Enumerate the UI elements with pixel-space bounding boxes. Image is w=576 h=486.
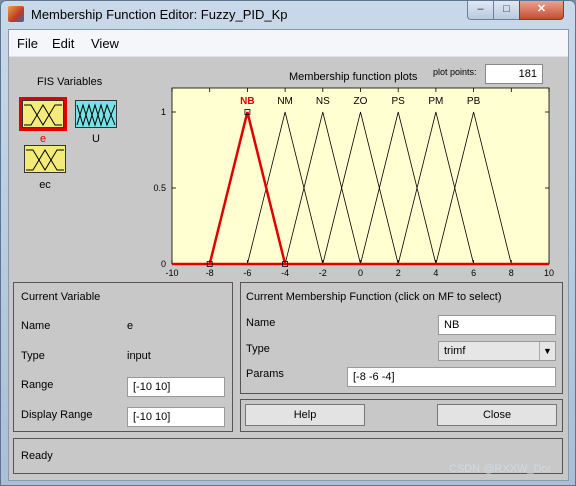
menu-file[interactable]: File: [17, 36, 38, 51]
x-tick-label: -6: [243, 268, 251, 278]
fis-variable-e-label: e: [39, 133, 47, 145]
input-mf-icon: [25, 146, 65, 172]
mf-type-label: Type: [246, 343, 270, 355]
x-tick-label: -2: [319, 268, 327, 278]
y-tick-label: 1: [161, 107, 166, 117]
plot-area: [171, 87, 550, 265]
x-tick-label: 0: [358, 268, 363, 278]
close-button[interactable]: Close: [437, 404, 557, 426]
x-tick-label: 4: [433, 268, 438, 278]
menu-bar: File Edit View: [9, 30, 568, 57]
output-mf-icon: [76, 101, 116, 127]
mf-label-ns: NS: [316, 96, 330, 107]
var-type-label: Type: [21, 350, 45, 362]
menu-view[interactable]: View: [91, 36, 119, 51]
mf-label-ps: PS: [392, 96, 406, 107]
x-tick-label: 2: [396, 268, 401, 278]
mf-type-value: trimf: [444, 345, 466, 357]
x-tick-label: 8: [509, 268, 514, 278]
watermark-text: CSDN @RXXW_Dor: [449, 463, 552, 475]
mf-params-input[interactable]: [-8 -6 -4]: [347, 367, 556, 387]
current-variable-heading: Current Variable: [21, 291, 101, 303]
current-mf-panel: Current Membership Function (click on MF…: [240, 282, 563, 394]
fis-variable-u[interactable]: [75, 100, 117, 128]
input-mf-icon: [23, 101, 63, 127]
x-tick-label: -8: [206, 268, 214, 278]
button-panel: Help Close: [240, 399, 563, 432]
fis-variable-ec[interactable]: [24, 145, 66, 173]
mf-label-zo: ZO: [354, 96, 368, 107]
fis-variables-heading: FIS Variables: [37, 76, 103, 88]
mf-label-nm: NM: [277, 96, 293, 107]
display-range-label: Display Range: [21, 409, 93, 421]
var-type-value: input: [127, 350, 151, 362]
plot-points-label: plot points:: [433, 67, 477, 77]
mf-label-pm: PM: [428, 96, 443, 107]
fis-variable-ec-label: ec: [39, 179, 51, 191]
client-area: File Edit View FIS Variables e U ec Memb…: [8, 29, 569, 481]
mf-label-pb: PB: [467, 96, 481, 107]
range-input[interactable]: [-10 10]: [127, 377, 225, 397]
fis-variable-e[interactable]: [19, 97, 67, 131]
chevron-down-icon[interactable]: ▼: [539, 342, 555, 360]
current-mf-heading: Current Membership Function (click on MF…: [246, 291, 502, 303]
y-tick-label: 0: [161, 259, 166, 269]
range-label: Range: [21, 379, 54, 391]
x-tick-label: -10: [165, 268, 178, 278]
y-tick-label: 0.5: [153, 183, 166, 193]
close-window-button[interactable]: ✕: [519, 1, 564, 20]
x-tick-label: 10: [544, 268, 554, 278]
help-button[interactable]: Help: [245, 404, 365, 426]
x-tick-label: -4: [281, 268, 289, 278]
mf-name-label: Name: [246, 317, 276, 329]
display-range-input[interactable]: [-10 10]: [127, 407, 225, 427]
var-name-label: Name: [21, 320, 51, 332]
mf-name-input[interactable]: NB: [438, 315, 556, 335]
menu-edit[interactable]: Edit: [52, 36, 74, 51]
mf-params-label: Params: [246, 368, 284, 380]
status-text: Ready: [21, 450, 53, 462]
minimize-button[interactable]: –: [467, 1, 494, 20]
mf-label-nb: NB: [240, 96, 254, 107]
title-bar[interactable]: Membership Function Editor: Fuzzy_PID_Kp…: [1, 1, 575, 28]
matlab-icon: [8, 6, 24, 22]
mf-type-select[interactable]: trimf ▼: [438, 341, 556, 361]
x-tick-label: 6: [471, 268, 476, 278]
var-name-value: e: [127, 320, 134, 332]
current-variable-panel: Current Variable Name e Type input Range…: [13, 282, 233, 432]
maximize-button[interactable]: □: [493, 1, 520, 20]
plot-points-input[interactable]: 181: [485, 64, 543, 84]
window-title: Membership Function Editor: Fuzzy_PID_Kp: [31, 7, 288, 22]
fis-variable-u-label: U: [92, 133, 100, 145]
mf-editor-window: Membership Function Editor: Fuzzy_PID_Kp…: [0, 0, 576, 486]
membership-function-plot[interactable]: -10-8-6-4-2024681000.51input variable "e…: [139, 82, 559, 278]
